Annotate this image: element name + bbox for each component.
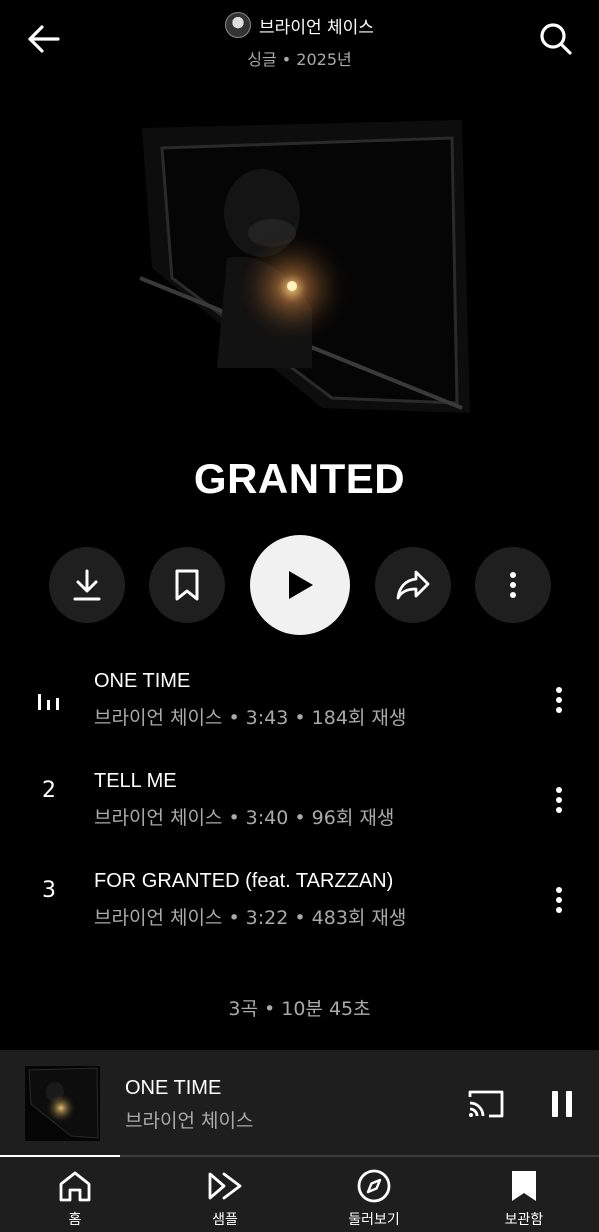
mini-player[interactable]: ONE TIME 브라이언 체이스 bbox=[0, 1050, 599, 1156]
track-row[interactable]: 3 FOR GRANTED (feat. TARZZAN) 브라이언 체이스 •… bbox=[0, 850, 599, 950]
track-more-button[interactable] bbox=[545, 680, 573, 720]
nav-samples[interactable]: 샘플 bbox=[150, 1157, 300, 1232]
nav-label: 둘러보기 bbox=[348, 1212, 400, 1228]
download-button[interactable] bbox=[49, 547, 125, 623]
track-meta: 브라이언 체이스 • 3:43 • 184회 재생 bbox=[94, 707, 407, 729]
play-icon bbox=[289, 571, 313, 599]
album-summary: 3곡 • 10분 45초 bbox=[228, 998, 371, 1020]
artist-name: 브라이언 체이스 bbox=[259, 17, 374, 38]
nav-label: 샘플 bbox=[212, 1212, 238, 1228]
more-vert-icon bbox=[556, 687, 562, 713]
more-options-button[interactable] bbox=[475, 547, 551, 623]
more-vert-icon bbox=[556, 787, 562, 813]
home-icon bbox=[59, 1171, 91, 1202]
cast-button[interactable] bbox=[465, 1086, 507, 1122]
track-row[interactable]: 2 TELL ME 브라이언 체이스 • 3:40 • 96회 재생 bbox=[0, 750, 599, 850]
mini-player-artist: 브라이언 체이스 bbox=[125, 1110, 254, 1132]
nav-home[interactable]: 홈 bbox=[0, 1157, 150, 1232]
more-vert-icon bbox=[556, 887, 562, 913]
nav-label: 홈 bbox=[68, 1212, 82, 1228]
play-button[interactable] bbox=[250, 535, 350, 635]
track-title: ONE TIME bbox=[94, 670, 191, 692]
nav-label: 보관함 bbox=[504, 1212, 544, 1228]
now-playing-equalizer-icon bbox=[38, 694, 59, 710]
mini-player-thumbnail bbox=[25, 1066, 100, 1141]
track-title: FOR GRANTED (feat. TARZZAN) bbox=[94, 870, 394, 892]
album-subtitle: 싱글 • 2025년 bbox=[247, 50, 352, 69]
artist-avatar bbox=[225, 12, 252, 38]
track-row[interactable]: ONE TIME 브라이언 체이스 • 3:43 • 184회 재생 bbox=[0, 650, 599, 750]
track-number: 2 bbox=[42, 778, 56, 803]
share-icon bbox=[396, 570, 430, 600]
explore-icon bbox=[357, 1169, 391, 1203]
track-more-button[interactable] bbox=[545, 780, 573, 820]
nav-explore[interactable]: 둘러보기 bbox=[299, 1157, 449, 1232]
track-number: 3 bbox=[42, 878, 56, 903]
track-title: TELL ME bbox=[94, 770, 177, 792]
header-info: 브라이언 체이스 싱글 • 2025년 bbox=[0, 12, 599, 70]
nav-library[interactable]: 보관함 bbox=[449, 1157, 599, 1232]
top-bar: 브라이언 체이스 싱글 • 2025년 bbox=[0, 0, 599, 80]
download-icon bbox=[73, 569, 101, 601]
mini-player-title: ONE TIME bbox=[125, 1077, 222, 1099]
search-icon bbox=[540, 23, 572, 55]
library-icon bbox=[512, 1171, 536, 1201]
bookmark-icon bbox=[175, 569, 199, 601]
cast-icon bbox=[468, 1090, 504, 1118]
share-button[interactable] bbox=[375, 547, 451, 623]
track-more-button[interactable] bbox=[545, 880, 573, 920]
pause-icon bbox=[552, 1091, 572, 1117]
artist-link[interactable]: 브라이언 체이스 bbox=[225, 12, 374, 38]
pause-button[interactable] bbox=[543, 1086, 581, 1122]
track-meta: 브라이언 체이스 • 3:22 • 483회 재생 bbox=[94, 907, 407, 929]
album-title: GRANTED bbox=[193, 455, 406, 502]
track-meta: 브라이언 체이스 • 3:40 • 96회 재생 bbox=[94, 807, 395, 829]
samples-icon bbox=[208, 1172, 242, 1200]
save-to-library-button[interactable] bbox=[149, 547, 225, 623]
album-cover-art bbox=[122, 108, 477, 428]
bottom-navigation: 홈 샘플 둘러보기 보관함 bbox=[0, 1157, 599, 1232]
search-button[interactable] bbox=[535, 18, 577, 60]
album-actions bbox=[0, 535, 599, 635]
more-vert-icon bbox=[510, 572, 516, 598]
